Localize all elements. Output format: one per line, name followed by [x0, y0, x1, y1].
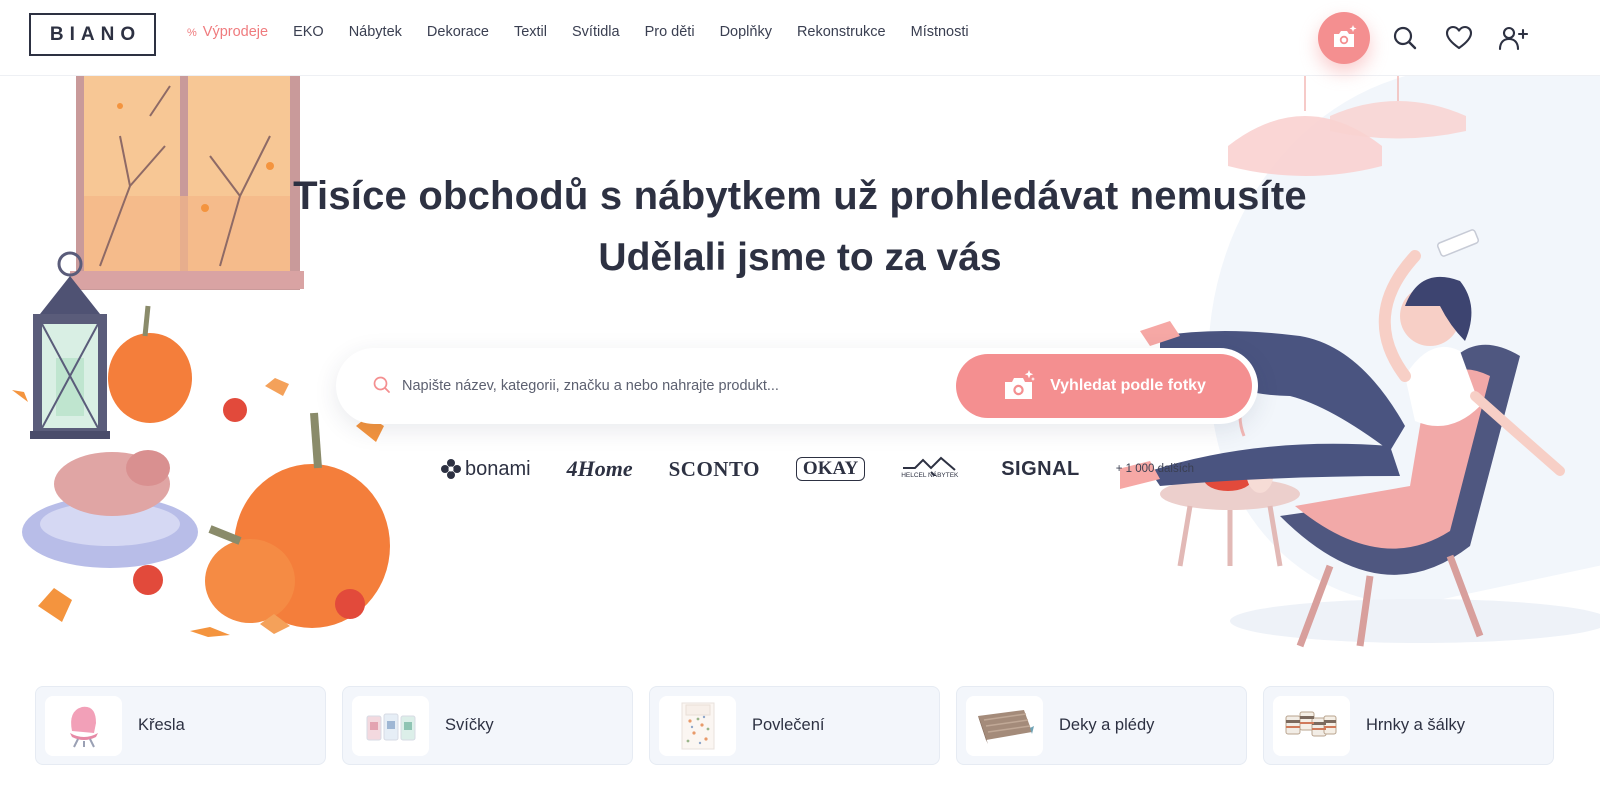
search-input[interactable] — [402, 372, 922, 400]
search-bar: Vyhledat podle fotky — [336, 348, 1258, 424]
partner-brands: bonami 4Home SCONTO OKAY HELCEL NÁBYTEK … — [440, 452, 1194, 486]
account-button[interactable] — [1486, 14, 1540, 62]
nav-item-svitidla[interactable]: Svítidla — [572, 24, 620, 40]
armchair-icon — [69, 706, 98, 747]
category-label: Deky a plédy — [1059, 716, 1155, 734]
wishlist-button[interactable] — [1432, 14, 1486, 62]
category-image — [966, 695, 1043, 756]
nav-item-textil[interactable]: Textil — [514, 24, 547, 40]
user-add-icon — [1498, 26, 1528, 51]
category-card-svicky[interactable]: Svíčky — [342, 686, 633, 765]
mugs-icon — [1285, 711, 1336, 736]
camera-search-button[interactable] — [1318, 12, 1370, 64]
category-label: Svíčky — [445, 716, 494, 734]
brand-name: HELCEL NÁBYTEK — [901, 472, 959, 479]
category-card-hrnky-a-salky[interactable]: Hrnky a šálky — [1263, 686, 1554, 765]
hero-subtitle: Udělali jsme to za vás — [598, 236, 1002, 279]
hero-title: Tisíce obchodů s nábytkem už prohledávat… — [293, 174, 1307, 218]
photo-search-label: Vyhledat podle fotky — [1050, 377, 1206, 394]
camera-search-icon — [1334, 25, 1357, 47]
nav-item-nabytek[interactable]: Nábytek — [349, 24, 402, 40]
brand-logo-bonami: bonami — [440, 458, 531, 481]
nav-item-vyprodeje[interactable]: % Výprodeje — [187, 24, 268, 40]
category-cards: Křesla Svíčky Povlečení Deky a plédy Hrn… — [35, 686, 1554, 765]
brand-name: bonami — [465, 457, 531, 480]
site-header: BIANO % Výprodeje EKO Nábytek Dekorace Te… — [0, 0, 1600, 76]
nav-item-pro-deti[interactable]: Pro děti — [645, 24, 695, 40]
camera-sparkle-icon — [1005, 370, 1036, 399]
header-actions — [1318, 12, 1540, 64]
category-label: Křesla — [138, 716, 185, 734]
category-card-kresla[interactable]: Křesla — [35, 686, 326, 765]
main-nav: % Výprodeje EKO Nábytek Dekorace Textil S… — [187, 24, 994, 40]
nav-item-doplnky[interactable]: Doplňky — [720, 24, 772, 40]
bonami-flower-icon — [441, 459, 461, 479]
blanket-icon — [977, 709, 1034, 744]
category-image — [659, 695, 736, 756]
search-icon — [373, 376, 390, 393]
more-brands-count[interactable]: + 1 000 dalších — [1116, 463, 1194, 475]
nav-item-mistnosti[interactable]: Místnosti — [911, 24, 969, 40]
search-button[interactable] — [1378, 14, 1432, 62]
category-label: Hrnky a šálky — [1366, 716, 1466, 734]
brand-logo-signal: SIGNAL — [1001, 457, 1080, 480]
hero-section: Tisíce obchodů s nábytkem už prohledávat… — [0, 76, 1600, 661]
photo-search-button[interactable]: Vyhledat podle fotky — [956, 354, 1252, 418]
nav-item-eko[interactable]: EKO — [293, 24, 324, 40]
candles-icon — [366, 713, 415, 740]
category-image — [352, 695, 429, 756]
nav-item-dekorace[interactable]: Dekorace — [427, 24, 489, 40]
nav-item-label: Výprodeje — [202, 24, 269, 40]
biano-logo[interactable]: BIANO — [29, 13, 156, 56]
bedding-icon — [681, 702, 714, 749]
brand-logo-okay: OKAY — [795, 457, 866, 481]
percent-icon: % — [187, 27, 197, 39]
nav-item-rekonstrukce[interactable]: Rekonstrukce — [797, 24, 886, 40]
category-image — [1273, 695, 1350, 756]
search-icon — [1393, 26, 1417, 50]
category-label: Povlečení — [752, 716, 825, 734]
brand-logo-4home: 4Home — [566, 456, 633, 481]
brand-logo-helcel: HELCEL NÁBYTEK — [901, 454, 965, 484]
brand-logo-sconto: SCONTO — [668, 456, 760, 481]
category-card-deky-a-pledy[interactable]: Deky a plédy — [956, 686, 1247, 765]
heart-icon — [1445, 25, 1473, 50]
category-image — [45, 695, 122, 756]
category-card-povleceni[interactable]: Povlečení — [649, 686, 940, 765]
